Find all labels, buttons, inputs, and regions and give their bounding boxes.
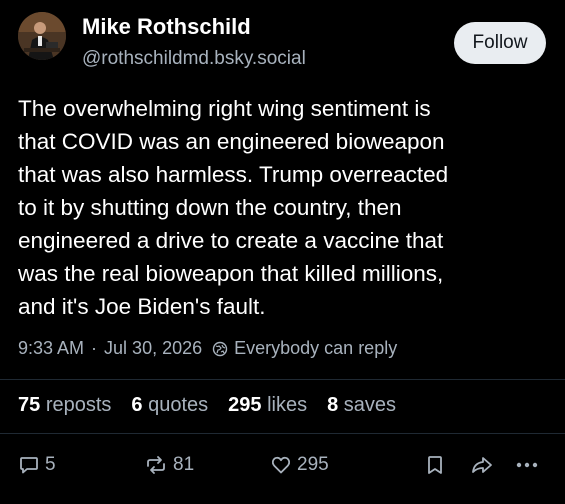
globe-icon [212,341,228,357]
avatar[interactable] [18,12,66,60]
quotes-count: 6 [131,394,143,416]
divider [0,433,565,434]
reply-button[interactable]: 5 [18,454,56,476]
post-time[interactable]: 9:33 AM [18,338,84,359]
more-icon [514,454,540,476]
divider [0,379,565,380]
post-text: The overwhelming right wing sentiment is… [18,96,449,319]
follow-button[interactable]: Follow [454,22,546,64]
quotes-label: quotes [148,394,209,416]
repost-button[interactable]: 81 [144,454,194,476]
bookmark-icon [425,454,445,476]
meta-separator: · [91,338,98,358]
likes-count: 295 [228,394,262,416]
likes-stat[interactable]: 295 likes [228,394,307,417]
bookmark-button[interactable] [425,454,445,476]
share-button[interactable] [470,454,494,476]
reposts-count: 75 [18,394,41,416]
reply-count: 5 [45,454,56,475]
quotes-stat[interactable]: 6 quotes [131,394,208,417]
post-date[interactable]: Jul 30, 2026 [104,338,202,359]
saves-count: 8 [327,394,339,416]
like-count: 295 [297,454,329,475]
likes-label: likes [267,394,308,416]
reposts-stat[interactable]: 75 reposts [18,394,111,417]
heart-icon [270,454,292,476]
engagement-stats: 75 reposts 6 quotes 295 likes 8 saves [18,394,416,417]
author-handle[interactable]: @rothschildmd.bsky.social [82,48,306,70]
repost-icon [144,454,168,476]
saves-label: saves [343,394,397,416]
share-icon [470,454,494,476]
saves-stat[interactable]: 8 saves [327,394,396,417]
more-button[interactable] [514,454,540,476]
repost-count: 81 [173,454,195,475]
avatar-image [18,12,66,60]
like-button[interactable]: 295 [270,454,329,476]
reply-icon [18,454,40,476]
author-display-name[interactable]: Mike Rothschild [82,14,251,40]
post-card: Mike Rothschild @rothschildmd.bsky.socia… [0,0,565,504]
reply-setting: Everybody can reply [234,338,398,358]
post-meta: 9:33 AM · Jul 30, 2026 Everybody can rep… [18,338,397,359]
reposts-label: reposts [45,394,112,416]
